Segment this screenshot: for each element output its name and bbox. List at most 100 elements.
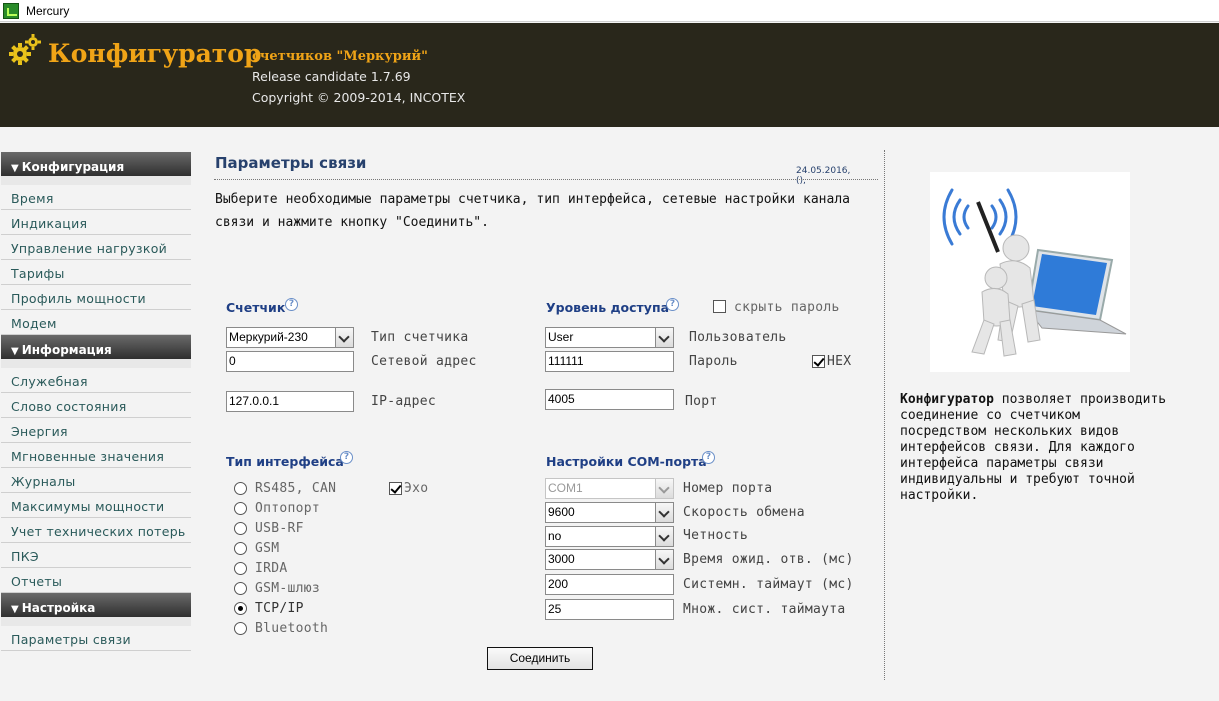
response-wait-select[interactable]: 3000: [545, 549, 674, 570]
interface-option-label: USB-RF: [255, 521, 304, 536]
sidebar-item-tariffs[interactable]: Тарифы: [1, 260, 191, 285]
date-link[interactable]: 24.05.2016, (),: [796, 166, 854, 186]
interface-option-label: RS485, CAN: [255, 481, 337, 496]
interface-option-label: Bluetooth: [255, 621, 329, 636]
meter-section-label: Счетчик: [226, 300, 286, 315]
timeout-multiplier-input[interactable]: 25: [545, 599, 674, 620]
sidebar-item-time[interactable]: Время: [1, 185, 191, 210]
chevron-down-icon: [655, 503, 673, 522]
info-description: Конфигуратор позволяет производить соеди…: [900, 392, 1172, 504]
password-label: Пароль: [689, 354, 738, 369]
sidebar-item-pke[interactable]: ПКЭ: [1, 543, 191, 568]
chevron-down-icon: [655, 527, 673, 546]
collapse-triangle-icon: ▼: [11, 163, 19, 174]
sidebar-item-reports[interactable]: Отчеты: [1, 568, 191, 593]
com-section-label: Настройки COM-порта: [546, 454, 707, 469]
meter-type-select[interactable]: Меркурий-230: [226, 327, 354, 348]
help-icon[interactable]: ?: [702, 451, 715, 464]
brand-subtitle: счетчиков "Меркурий": [252, 49, 428, 64]
interface-option-label: Оптопорт: [255, 501, 321, 516]
interface-option-label: GSM-шлюз: [255, 581, 321, 596]
help-icon[interactable]: ?: [340, 451, 353, 464]
radio-rs485[interactable]: [234, 482, 247, 495]
com-port-select[interactable]: COM1: [545, 478, 674, 499]
sidebar-item-modem[interactable]: Модем: [1, 310, 191, 335]
info-brand: Конфигуратор: [900, 392, 994, 407]
response-wait-label: Время ожид. отв. (мс): [683, 552, 854, 567]
chevron-down-icon: [655, 550, 673, 569]
sidebar-item-technical-losses[interactable]: Учет технических потерь: [1, 518, 191, 543]
brand-title: Конфигуратор: [48, 39, 262, 68]
com-port-label: Номер порта: [683, 481, 773, 496]
gears-icon: [9, 34, 41, 65]
radio-irda[interactable]: [234, 562, 247, 575]
hide-password-checkbox[interactable]: [713, 300, 726, 313]
help-icon[interactable]: ?: [666, 298, 679, 311]
chevron-down-icon: [655, 479, 673, 498]
interface-section-label: Тип интерфейса: [226, 454, 344, 469]
system-timeout-input[interactable]: 200: [545, 574, 674, 595]
collapse-triangle-icon: ▼: [11, 346, 19, 357]
radio-gsm[interactable]: [234, 542, 247, 555]
echo-checkbox[interactable]: [389, 482, 402, 495]
collapse-triangle-icon: ▼: [11, 604, 19, 615]
hex-label: HEX: [827, 354, 852, 369]
meter-type-label: Тип счетчика: [371, 330, 469, 345]
help-icon[interactable]: ?: [285, 298, 298, 311]
sidebar-item-journals[interactable]: Журналы: [1, 468, 191, 493]
sidebar-item-load-control[interactable]: Управление нагрузкой: [1, 235, 191, 260]
access-level-section-label: Уровень доступа: [546, 300, 670, 315]
interface-option-label: IRDA: [255, 561, 288, 576]
sidebar-section-information[interactable]: ▼ Информация: [1, 335, 191, 359]
sidebar-item-display[interactable]: Индикация: [1, 210, 191, 235]
sidebar-item-energy[interactable]: Энергия: [1, 418, 191, 443]
ip-address-input[interactable]: 127.0.0.1: [226, 391, 354, 412]
sidebar-section-configuration[interactable]: ▼ Конфигурация: [1, 152, 191, 176]
sidebar-item-connection-params[interactable]: Параметры связи: [1, 626, 191, 651]
user-level-select[interactable]: User: [545, 327, 674, 348]
app-header: Конфигуратор счетчиков "Меркурий" Releas…: [0, 23, 1219, 127]
port-input[interactable]: 4005: [545, 389, 674, 410]
interface-option-label: TCP/IP: [255, 601, 304, 616]
radio-usb-rf[interactable]: [234, 522, 247, 535]
hex-checkbox[interactable]: [812, 355, 825, 368]
page-title: Параметры связи: [215, 154, 367, 172]
sidebar-item-status-word[interactable]: Слово состояния: [1, 393, 191, 418]
parity-select[interactable]: no: [545, 526, 674, 547]
radio-optoport[interactable]: [234, 502, 247, 515]
window-titlebar: Mercury: [0, 0, 1219, 22]
chevron-down-icon: [655, 328, 673, 347]
window-title: Mercury: [26, 4, 70, 18]
sidebar-item-instant-values[interactable]: Мгновенные значения: [1, 443, 191, 468]
info-text: позволяет производить соединение со счет…: [900, 392, 1167, 503]
connect-button[interactable]: Соединить: [487, 647, 593, 670]
radio-bluetooth[interactable]: [234, 622, 247, 635]
ip-address-label: IP-адрес: [371, 394, 437, 409]
timeout-multiplier-label: Множ. сист. таймаута: [683, 602, 846, 617]
radio-tcp-ip[interactable]: [234, 602, 247, 615]
baud-rate-select[interactable]: 9600: [545, 502, 674, 523]
column-divider: [884, 150, 885, 680]
parity-label: Четность: [683, 528, 749, 543]
sidebar-item-power-maximums[interactable]: Максимумы мощности: [1, 493, 191, 518]
radio-gsm-gateway[interactable]: [234, 582, 247, 595]
baud-rate-label: Скорость обмена: [683, 505, 805, 520]
release-version: Release candidate 1.7.69: [252, 69, 411, 84]
chevron-down-icon: [335, 328, 353, 347]
title-divider: [214, 179, 878, 180]
sidebar-section-settings[interactable]: ▼ Настройка: [1, 593, 191, 617]
network-address-input[interactable]: 0: [226, 351, 354, 372]
connection-illustration: [930, 172, 1130, 372]
sidebar-item-service[interactable]: Служебная: [1, 368, 191, 393]
sidebar-item-power-profile[interactable]: Профиль мощности: [1, 285, 191, 310]
network-address-label: Сетевой адрес: [371, 354, 477, 369]
user-label: Пользователь: [689, 330, 787, 345]
sidebar-nav: ▼ Конфигурация Время Индикация Управление…: [1, 152, 191, 651]
intro-text: Выберите необходимые параметры счетчика,…: [215, 192, 850, 230]
port-label: Порт: [685, 394, 718, 409]
system-timeout-label: Системн. таймаут (мс): [683, 577, 854, 592]
app-icon: [3, 3, 19, 19]
password-input[interactable]: 111111: [545, 351, 674, 372]
echo-label: Эхо: [404, 481, 429, 496]
copyright: Copyright © 2009-2014, INCOTEX: [252, 90, 466, 105]
